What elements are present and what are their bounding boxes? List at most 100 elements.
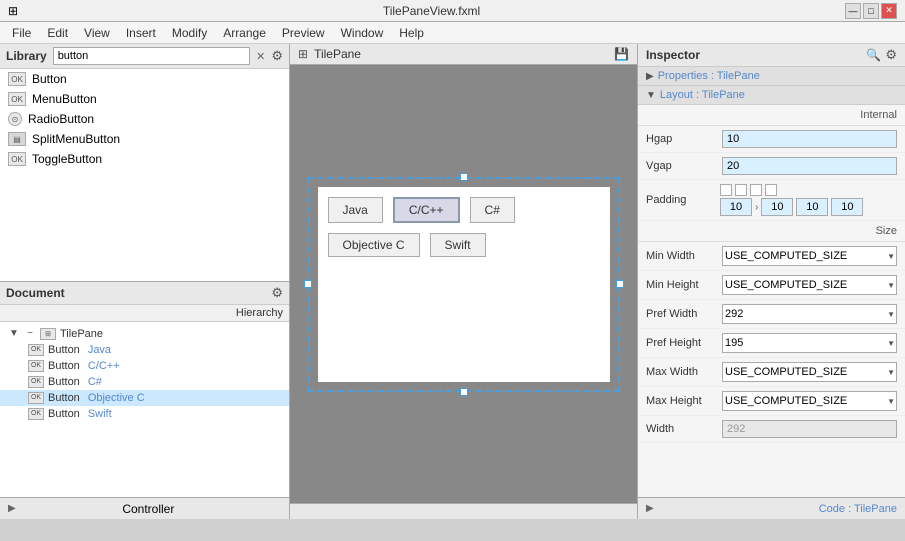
layout-section-header[interactable]: ▼ Layout : TilePane (638, 86, 905, 105)
padding-arrow-icon: › (755, 202, 758, 213)
max-width-label: Max Width (646, 366, 716, 378)
menu-modify[interactable]: Modify (164, 24, 215, 42)
tree-item-sublabel: Objective C (88, 392, 145, 404)
inspector-gear-icon[interactable]: ⚙ (885, 47, 897, 63)
canvas-area[interactable]: Java C/C++ C# Objective C Swift (290, 65, 637, 503)
pref-width-row: Pref Width 292 ▼ (638, 300, 905, 329)
canvas-btn-objective-c[interactable]: Objective C (328, 233, 420, 257)
hgap-label: Hgap (646, 133, 716, 145)
document-gear-icon[interactable]: ⚙ (271, 285, 283, 301)
handle-top[interactable] (460, 173, 468, 181)
canvas-btn-java[interactable]: Java (328, 197, 383, 223)
tree-item-objective-c[interactable]: OK Button Objective C (0, 390, 289, 406)
properties-section-header[interactable]: ▶ Properties : TilePane (638, 67, 905, 86)
canvas-btn-csharp[interactable]: C# (470, 197, 515, 223)
padding-row: Padding › (638, 180, 905, 221)
padding-checkbox-2[interactable] (735, 184, 747, 196)
tree-item-cpp[interactable]: OK Button C/C++ (0, 358, 289, 374)
pref-height-row: Pref Height 195 ▼ (638, 329, 905, 358)
library-item-label: ToggleButton (32, 152, 102, 166)
inspector-panel: Inspector 🔍 ⚙ ▶ Properties : TilePane ▼ … (637, 44, 905, 519)
min-width-row: Min Width USE_COMPUTED_SIZE ▼ (638, 242, 905, 271)
library-item-togglebutton[interactable]: OK ToggleButton (0, 149, 289, 169)
right-bottom-bar: ▶ Code : TilePane (638, 497, 905, 519)
tree-item-swift[interactable]: OK Button Swift (0, 406, 289, 422)
width-row: Width (638, 416, 905, 443)
vgap-row: Vgap (638, 153, 905, 180)
menu-arrange[interactable]: Arrange (215, 24, 274, 42)
bottom-triangle-icon: ▶ (8, 503, 16, 514)
vgap-label: Vgap (646, 160, 716, 172)
document-header: Document ⚙ (0, 282, 289, 305)
pref-height-label: Pref Height (646, 337, 716, 349)
padding-right-input[interactable] (761, 198, 793, 216)
library-item-splitmenubutton[interactable]: ▤ SplitMenuButton (0, 129, 289, 149)
menu-file[interactable]: File (4, 24, 39, 42)
library-item-menubutton[interactable]: OK MenuButton (0, 89, 289, 109)
padding-top-input[interactable] (720, 198, 752, 216)
min-height-select[interactable]: USE_COMPUTED_SIZE (722, 275, 897, 295)
pref-width-select-wrapper: 292 ▼ (722, 304, 897, 324)
library-search-input[interactable] (53, 47, 250, 65)
tree-item-csharp[interactable]: OK Button C# (0, 374, 289, 390)
title-bar-left: ⊞ (8, 4, 18, 18)
library-header: Library ✕ ⚙ (0, 44, 289, 69)
minimize-button[interactable]: — (845, 3, 861, 19)
padding-checkboxes (720, 184, 897, 196)
right-bottom-triangle-icon: ▶ (646, 503, 654, 514)
center-scrollbar[interactable] (290, 503, 637, 519)
menu-window[interactable]: Window (333, 24, 392, 42)
padding-bottom-input[interactable] (796, 198, 828, 216)
canvas-btn-cpp[interactable]: C/C++ (393, 197, 460, 223)
tree-item-label: Button (48, 344, 80, 356)
selection-wrapper: Java C/C++ C# Objective C Swift (318, 187, 610, 382)
tree-root-label: TilePane (60, 328, 103, 340)
min-height-label: Min Height (646, 279, 716, 291)
menu-edit[interactable]: Edit (39, 24, 76, 42)
splitmenubutton-icon: ▤ (8, 132, 26, 146)
hgap-input[interactable] (722, 130, 897, 148)
handle-right[interactable] (616, 280, 624, 288)
library-item-label: SplitMenuButton (32, 132, 120, 146)
canvas-btn-swift[interactable]: Swift (430, 233, 486, 257)
document-tree: ▼ − ⊞ TilePane OK Button Java OK Button … (0, 322, 289, 498)
handle-left[interactable] (304, 280, 312, 288)
hgap-row: Hgap (638, 126, 905, 153)
max-height-select[interactable]: USE_COMPUTED_SIZE (722, 391, 897, 411)
tree-item-java[interactable]: OK Button Java (0, 342, 289, 358)
tree-item-sublabel: Java (88, 344, 111, 356)
maximize-button[interactable]: □ (863, 3, 879, 19)
padding-checkbox-3[interactable] (750, 184, 762, 196)
library-item-button[interactable]: OK Button (0, 69, 289, 89)
menu-preview[interactable]: Preview (274, 24, 333, 42)
button-ok-icon: OK (28, 408, 44, 420)
width-input[interactable] (722, 420, 897, 438)
window-title: TilePaneView.fxml (18, 4, 845, 18)
library-gear-icon[interactable]: ⚙ (271, 48, 283, 64)
pref-height-select-wrapper: 195 ▼ (722, 333, 897, 353)
max-height-row: Max Height USE_COMPUTED_SIZE ▼ (638, 387, 905, 416)
close-button[interactable]: ✕ (881, 3, 897, 19)
tree-item-label: Button (48, 408, 80, 420)
library-item-label: RadioButton (28, 112, 94, 126)
clear-search-icon[interactable]: ✕ (256, 50, 265, 63)
handle-bottom[interactable] (460, 388, 468, 396)
menu-view[interactable]: View (76, 24, 118, 42)
menu-insert[interactable]: Insert (118, 24, 164, 42)
pref-width-select[interactable]: 292 (722, 304, 897, 324)
canvas-save-icon[interactable]: 💾 (614, 47, 629, 61)
library-item-radiobutton[interactable]: ⊙ RadioButton (0, 109, 289, 129)
max-width-select[interactable]: USE_COMPUTED_SIZE (722, 362, 897, 382)
padding-left-input[interactable] (831, 198, 863, 216)
pref-height-select[interactable]: 195 (722, 333, 897, 353)
min-height-select-wrapper: USE_COMPUTED_SIZE ▼ (722, 275, 897, 295)
left-bottom-bar: ▶ Controller (0, 497, 289, 519)
padding-checkbox-1[interactable] (720, 184, 732, 196)
inspector-search-icon[interactable]: 🔍 (866, 48, 881, 62)
menu-help[interactable]: Help (391, 24, 432, 42)
min-width-select[interactable]: USE_COMPUTED_SIZE (722, 246, 897, 266)
vgap-input[interactable] (722, 157, 897, 175)
tree-root[interactable]: ▼ − ⊞ TilePane (0, 326, 289, 342)
padding-checkbox-4[interactable] (765, 184, 777, 196)
title-bar: ⊞ TilePaneView.fxml — □ ✕ (0, 0, 905, 22)
